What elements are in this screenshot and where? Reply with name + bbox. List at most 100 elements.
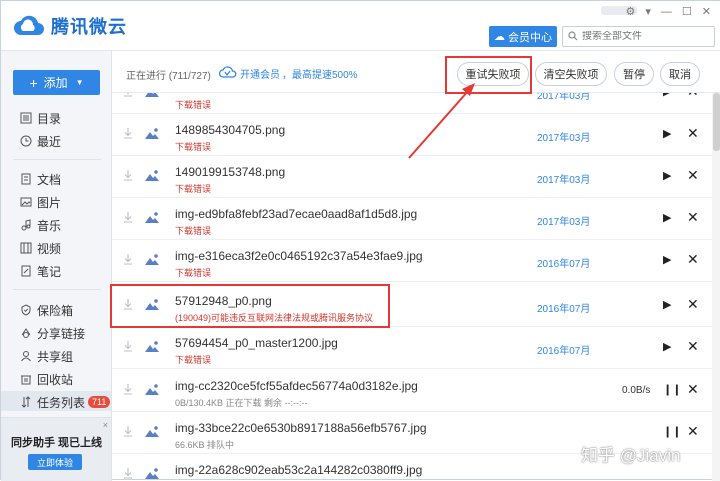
search-icon: [568, 30, 578, 44]
task-row[interactable]: img-e316eca3f2e0c0465192c37a54e3fae9.jpg…: [112, 240, 712, 282]
cloud-logo-icon: [13, 13, 45, 39]
list-icon: [19, 112, 32, 125]
note-icon: [19, 265, 32, 278]
open-vip-link[interactable]: 开通会员: [240, 66, 280, 81]
task-toolbar: 正在进行 (711/727) 开通会员 ，最高提速500% 重试失败项 清空失败…: [112, 51, 720, 93]
clock-icon: [19, 135, 32, 148]
close-icon[interactable]: ✕: [702, 5, 711, 18]
close-icon[interactable]: ×: [103, 420, 108, 430]
play-icon[interactable]: ▶: [663, 253, 671, 266]
document-icon: [19, 173, 32, 186]
vip-cloud-icon: ☁: [494, 31, 505, 43]
task-status: 下载错误: [175, 268, 212, 278]
play-icon[interactable]: ▶: [663, 127, 671, 140]
download-icon: [123, 93, 133, 97]
watermark: 知乎 @Jiavin: [581, 446, 681, 465]
task-status: 下载错误: [175, 142, 212, 152]
task-status: 下载错误: [175, 184, 212, 194]
play-icon[interactable]: ▶: [663, 93, 671, 98]
pause-icon[interactable]: ❙❙: [663, 425, 681, 438]
task-date: 2016年07月: [537, 304, 591, 315]
close-icon[interactable]: ✕: [687, 297, 699, 311]
gear-icon[interactable]: ⚙: [626, 5, 636, 18]
vip-center-button[interactable]: ☁ 会员中心: [489, 26, 557, 47]
promo-title: 同步助手 现已上线: [11, 437, 103, 449]
music-icon: [19, 219, 32, 232]
group-icon: [19, 350, 32, 363]
divider: [13, 159, 101, 160]
close-icon[interactable]: ✕: [687, 252, 699, 266]
add-button[interactable]: + 添加 ▼: [13, 70, 100, 95]
share-icon: [19, 327, 32, 340]
task-status: 下载错误: [175, 226, 212, 236]
clear-failed-button[interactable]: 清空失败项: [535, 62, 607, 86]
chevron-down-icon[interactable]: ▾: [645, 5, 651, 18]
search-input[interactable]: [582, 31, 707, 42]
download-icon: [123, 340, 133, 352]
download-icon: [123, 127, 133, 139]
video-icon: [19, 242, 32, 255]
chevron-down-icon: ▼: [75, 78, 84, 87]
close-icon[interactable]: ✕: [687, 126, 699, 140]
close-icon[interactable]: ✕: [687, 210, 699, 224]
sidebar-item-task-list[interactable]: 任务列表 711: [19, 393, 111, 411]
scrollbar-thumb[interactable]: [713, 93, 720, 151]
file-name: img-e316eca3f2e0c0465192c37a54e3fae9.jpg: [175, 249, 423, 263]
cancel-all-button[interactable]: 取消: [660, 62, 700, 86]
play-icon[interactable]: ▶: [663, 211, 671, 224]
task-row[interactable]: 1489854304705.png 下载错误 2017年03月 ▶ ✕: [112, 114, 712, 156]
pause-icon[interactable]: ❙❙: [663, 383, 681, 396]
task-row[interactable]: img-cc2320ce5fcf55afdec56774a0d3182e.jpg…: [112, 370, 712, 412]
scrollbar[interactable]: [712, 93, 720, 481]
play-icon[interactable]: ▶: [663, 340, 671, 353]
play-icon[interactable]: ▶: [663, 169, 671, 182]
search-box[interactable]: [562, 26, 715, 47]
sidebar: + 添加 ▼ 目录 最近 文档 图片 音乐 视频 笔记 保险箱 分享链接 共享组…: [1, 51, 112, 481]
sidebar-item-documents[interactable]: 文档: [19, 170, 61, 188]
file-name: 1489854304705.png: [175, 123, 286, 137]
sidebar-item-share-group[interactable]: 共享组: [19, 347, 73, 365]
file-name: img-cc2320ce5fcf55afdec56774a0d3182e.jpg: [175, 379, 418, 393]
window-controls: ⚙ ▾ — ☐ ✕: [626, 5, 712, 19]
sidebar-item-notes[interactable]: 笔记: [19, 262, 61, 280]
annotation-box: [110, 284, 390, 328]
download-speed: 0.0B/s: [622, 385, 651, 396]
maximize-icon[interactable]: ☐: [682, 5, 692, 18]
vip-cloud-icon: [218, 66, 237, 81]
play-icon[interactable]: ▶: [663, 298, 671, 311]
task-row[interactable]: 1490199153748.png 下载错误 2017年03月 ▶ ✕: [112, 156, 712, 198]
sort-icon: [19, 396, 32, 409]
close-icon[interactable]: ✕: [687, 382, 699, 396]
task-date: 2016年07月: [537, 259, 591, 270]
sidebar-item-recent[interactable]: 最近: [19, 132, 61, 150]
file-name: 1490199153748.png: [175, 165, 286, 179]
image-file-icon: [144, 252, 160, 266]
task-row[interactable]: 57694454_p0_master1200.jpg 下载错误 2016年07月…: [112, 327, 712, 369]
sidebar-item-recycle-bin[interactable]: 回收站: [19, 370, 73, 388]
close-icon[interactable]: ✕: [687, 93, 699, 98]
try-now-button[interactable]: 立即体验: [28, 454, 82, 470]
close-icon[interactable]: ✕: [687, 424, 699, 438]
task-row[interactable]: img-ed9bfa8febf23ad7ecae0aad8af1d5d8.jpg…: [112, 198, 712, 240]
sidebar-item-music[interactable]: 音乐: [19, 216, 61, 234]
sidebar-item-images[interactable]: 图片: [19, 193, 61, 211]
download-icon: [123, 169, 133, 181]
divider: [13, 289, 101, 290]
sidebar-item-directory[interactable]: 目录: [19, 109, 61, 127]
task-date: 2017年03月: [537, 93, 591, 102]
close-icon[interactable]: ✕: [687, 339, 699, 353]
download-icon: [123, 211, 133, 223]
download-icon: [123, 253, 133, 265]
sidebar-item-share-links[interactable]: 分享链接: [19, 324, 85, 342]
sidebar-item-video[interactable]: 视频: [19, 239, 61, 257]
task-row[interactable]: 下载错误 2017年03月 ▶ ✕: [112, 93, 712, 114]
title-bar: 腾讯微云 ⚙ ▾ — ☐ ✕ ☁ 会员中心: [1, 1, 720, 51]
recycle-icon: [19, 373, 32, 386]
task-status: 下载错误: [175, 100, 212, 110]
sidebar-item-safe[interactable]: 保险箱: [19, 301, 73, 319]
pause-all-button[interactable]: 暂停: [614, 62, 654, 86]
sync-assistant-promo: × 同步助手 现已上线 立即体验: [1, 417, 111, 481]
annotation-box: [445, 56, 532, 94]
minimize-icon[interactable]: —: [661, 6, 672, 18]
close-icon[interactable]: ✕: [687, 168, 699, 182]
